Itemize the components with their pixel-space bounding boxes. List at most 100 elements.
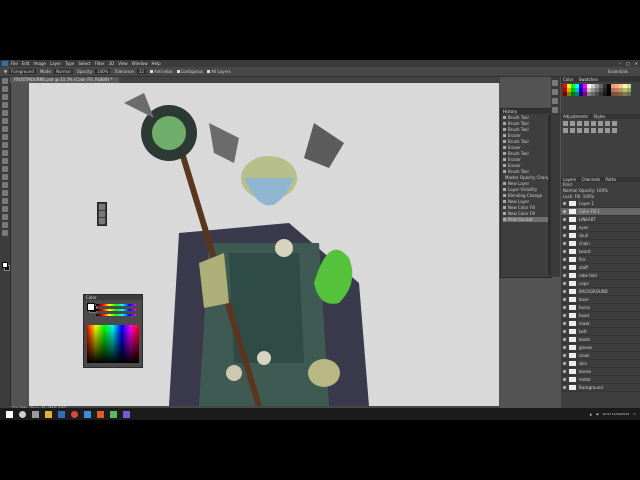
brush-panel-icon[interactable]: [552, 98, 558, 104]
character-panel-icon[interactable]: [552, 107, 558, 113]
visibility-eye-icon[interactable]: [563, 330, 566, 333]
history-brush-tool-icon[interactable]: [2, 150, 8, 156]
app-icon[interactable]: [123, 410, 130, 418]
layer-row[interactable]: staff: [561, 264, 640, 272]
tab-swatches[interactable]: Swatches: [579, 77, 598, 82]
close-button[interactable]: ✕: [635, 60, 638, 67]
visibility-eye-icon[interactable]: [563, 234, 566, 237]
history-item[interactable]: Brush Tool: [503, 169, 550, 174]
photoshop-taskbar-icon[interactable]: [58, 410, 65, 418]
quick-select-tool-icon[interactable]: [2, 102, 8, 108]
fill-source-select[interactable]: Foreground: [9, 69, 36, 74]
menu-item-view[interactable]: View: [118, 60, 128, 67]
tolerance-input[interactable]: 32: [136, 69, 146, 74]
adjustment-icon[interactable]: [605, 128, 610, 133]
adjustment-icon[interactable]: [612, 128, 617, 133]
adjustment-icon[interactable]: [598, 128, 603, 133]
history-item[interactable]: Layer Visibility: [503, 187, 550, 192]
windows-start-icon[interactable]: [6, 410, 13, 418]
visibility-eye-icon[interactable]: [563, 362, 566, 365]
layer-row[interactable]: LINEART: [561, 216, 640, 224]
history-item[interactable]: New Color Fill: [503, 205, 550, 210]
layer-row[interactable]: skull: [561, 232, 640, 240]
search-icon[interactable]: [19, 410, 26, 418]
layer-row[interactable]: belt: [561, 328, 640, 336]
history-item[interactable]: Paint Bucket: [503, 217, 550, 222]
path-select-tool-icon[interactable]: [2, 206, 8, 212]
chrome-icon[interactable]: [71, 410, 78, 418]
visibility-eye-icon[interactable]: [563, 226, 566, 229]
visibility-eye-icon[interactable]: [563, 370, 566, 373]
blur-tool-icon[interactable]: [2, 174, 8, 180]
foreground-color-chip[interactable]: [87, 303, 95, 311]
network-icon[interactable]: ▲: [590, 412, 592, 416]
history-panel-icon[interactable]: [552, 80, 558, 86]
visibility-eye-icon[interactable]: [563, 282, 566, 285]
visibility-eye-icon[interactable]: [563, 322, 566, 325]
menu-item-select[interactable]: Select: [78, 60, 90, 67]
history-item[interactable]: Eraser: [503, 133, 550, 138]
visibility-eye-icon[interactable]: [563, 242, 566, 245]
brush-tool-icon[interactable]: [99, 204, 105, 210]
contiguous-checkbox[interactable]: Contiguous: [176, 69, 203, 74]
brightness-slider[interactable]: [96, 314, 136, 316]
hand-tool-icon[interactable]: [2, 222, 8, 228]
history-item[interactable]: New Color Fill: [503, 211, 550, 216]
properties-panel-icon[interactable]: [552, 89, 558, 95]
layer-row[interactable]: boots: [561, 336, 640, 344]
history-item[interactable]: Brush Tool: [503, 139, 550, 144]
history-item[interactable]: New Layer: [503, 199, 550, 204]
tab-adjustments[interactable]: Adjustments: [563, 114, 588, 119]
layer-row[interactable]: eyes: [561, 224, 640, 232]
shape-tool-icon[interactable]: [2, 214, 8, 220]
visibility-eye-icon[interactable]: [563, 338, 566, 341]
brush-tool-icon[interactable]: [2, 134, 8, 140]
history-item[interactable]: Brush Tool: [503, 115, 550, 120]
visibility-eye-icon[interactable]: [563, 314, 566, 317]
hand-tool-icon[interactable]: [99, 218, 105, 224]
layer-row[interactable]: base: [561, 296, 640, 304]
menu-item-edit[interactable]: Edit: [22, 60, 30, 67]
tab-styles[interactable]: Styles: [593, 114, 605, 119]
paint-bucket-tool-icon[interactable]: ▼: [4, 69, 7, 74]
mode-select[interactable]: Normal: [54, 69, 73, 74]
menu-item-type[interactable]: Type: [65, 60, 74, 67]
eyedropper-tool-icon[interactable]: [99, 211, 105, 217]
visibility-eye-icon[interactable]: [563, 266, 566, 269]
history-item[interactable]: Eraser: [503, 163, 550, 168]
layer-row[interactable]: Color Fill 1: [561, 208, 640, 216]
layer-row[interactable]: robe fold: [561, 272, 640, 280]
minimize-button[interactable]: –: [619, 60, 621, 67]
adjustment-icon[interactable]: [577, 121, 582, 126]
layer-row[interactable]: hood: [561, 312, 640, 320]
adjustment-icon[interactable]: [591, 121, 596, 126]
layer-row[interactable]: gloves: [561, 344, 640, 352]
media-player-icon[interactable]: [97, 410, 104, 418]
visibility-eye-icon[interactable]: [563, 202, 566, 205]
layer-row[interactable]: cape: [561, 280, 640, 288]
color-spectrum[interactable]: [87, 325, 139, 363]
tab-paths[interactable]: Paths: [605, 177, 616, 182]
layer-row[interactable]: cloak: [561, 352, 640, 360]
zoom-tool-icon[interactable]: [2, 230, 8, 236]
file-explorer-icon[interactable]: [45, 410, 52, 418]
edge-icon[interactable]: [84, 410, 91, 418]
pen-tool-icon[interactable]: [2, 190, 8, 196]
adjustment-icon[interactable]: [563, 128, 568, 133]
volume-icon[interactable]: ◀: [596, 412, 598, 416]
adjustment-icon[interactable]: [598, 121, 603, 126]
adjustment-icon[interactable]: [563, 121, 568, 126]
layer-row[interactable]: Background: [561, 384, 640, 392]
adjustment-icon[interactable]: [570, 128, 575, 133]
lasso-tool-icon[interactable]: [2, 94, 8, 100]
visibility-eye-icon[interactable]: [563, 258, 566, 261]
adjustment-icon[interactable]: [570, 121, 575, 126]
menu-item-help[interactable]: Help: [151, 60, 160, 67]
layer-row[interactable]: chain: [561, 240, 640, 248]
visibility-eye-icon[interactable]: [563, 378, 566, 381]
adjustment-icon[interactable]: [612, 121, 617, 126]
history-item[interactable]: Blending Change: [503, 193, 550, 198]
adjustment-icon[interactable]: [591, 128, 596, 133]
visibility-eye-icon[interactable]: [563, 218, 566, 221]
adjustment-icon[interactable]: [605, 121, 610, 126]
